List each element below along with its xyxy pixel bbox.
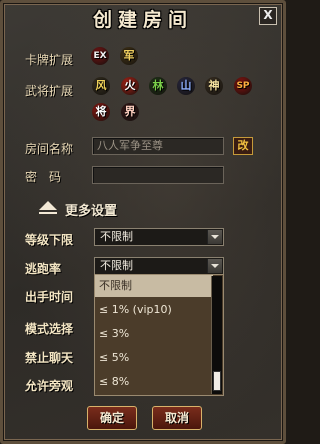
- chevron-down-icon[interactable]: [207, 259, 222, 273]
- escape-rate-value: 不限制: [100, 259, 133, 272]
- expansion-sp-icon[interactable]: SP: [234, 77, 252, 95]
- expansion-fire-icon[interactable]: 火: [121, 77, 139, 95]
- cancel-button[interactable]: 取消: [152, 406, 202, 430]
- title-bar: 创建房间 X: [3, 3, 283, 31]
- expansion-general-icon[interactable]: 将: [92, 103, 110, 121]
- dropdown-option[interactable]: 不限制: [95, 275, 213, 297]
- collapse-bar-icon: [39, 212, 57, 214]
- mode-select-label: 模式选择: [25, 322, 74, 336]
- scrollbar-thumb[interactable]: [213, 371, 221, 391]
- expansion-ex-icon[interactable]: EX: [91, 47, 109, 65]
- allow-spectate-label: 允许旁观: [25, 379, 74, 393]
- expansion-forest-icon[interactable]: 林: [149, 77, 167, 95]
- escape-rate-select[interactable]: 不限制: [94, 257, 224, 275]
- dropdown-option[interactable]: ≤ 8%: [95, 371, 213, 393]
- expansion-army-icon[interactable]: 军: [120, 47, 138, 65]
- escape-rate-label: 逃跑率: [25, 262, 62, 276]
- room-name-label: 房间名称: [25, 142, 74, 156]
- more-settings-toggle[interactable]: 更多设置: [65, 200, 117, 219]
- create-room-dialog: 创建房间 X 卡牌扩展 EX 军 武将扩展 风 火 林 山 神 SP 将 界 房…: [0, 0, 286, 444]
- dropdown-option[interactable]: ≤ 5%: [95, 347, 213, 369]
- collapse-triangle-icon[interactable]: [39, 201, 57, 210]
- confirm-button[interactable]: 确定: [87, 406, 137, 430]
- expansion-god-icon[interactable]: 神: [205, 77, 223, 95]
- close-button[interactable]: X: [259, 7, 277, 25]
- rename-button[interactable]: 改: [233, 137, 253, 155]
- no-chat-label: 禁止聊天: [25, 351, 74, 365]
- password-input[interactable]: [92, 166, 224, 184]
- level-limit-value: 不限制: [100, 230, 133, 243]
- level-limit-select[interactable]: 不限制: [94, 228, 224, 246]
- general-expansion-label: 武将扩展: [25, 84, 74, 98]
- dropdown-option[interactable]: ≤ 1% (vip10): [95, 299, 213, 321]
- room-name-input[interactable]: 八人军争至尊: [92, 137, 224, 155]
- card-expansion-label: 卡牌扩展: [25, 53, 74, 67]
- escape-rate-dropdown: 不限制 ≤ 1% (vip10) ≤ 3% ≤ 5% ≤ 8%: [94, 274, 224, 396]
- chevron-down-icon[interactable]: [207, 230, 222, 244]
- level-limit-label: 等级下限: [25, 233, 74, 247]
- password-label: 密 码: [25, 170, 62, 184]
- dropdown-scrollbar[interactable]: [211, 276, 222, 394]
- play-time-label: 出手时间: [25, 290, 74, 304]
- expansion-realm-icon[interactable]: 界: [121, 103, 139, 121]
- dropdown-option[interactable]: ≤ 3%: [95, 323, 213, 345]
- expansion-mountain-icon[interactable]: 山: [177, 77, 195, 95]
- dialog-title: 创建房间: [92, 9, 193, 31]
- expansion-wind-icon[interactable]: 风: [92, 77, 110, 95]
